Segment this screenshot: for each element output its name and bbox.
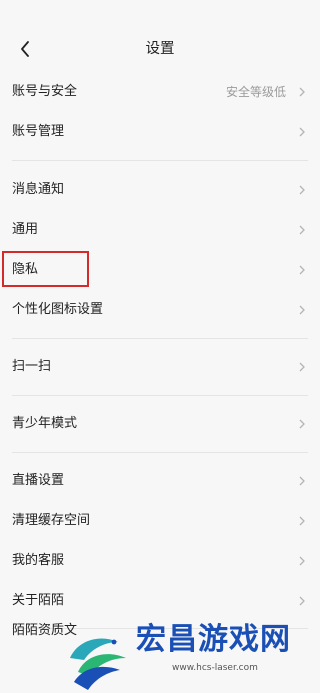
chevron-right-icon: [299, 362, 305, 372]
chevron-right-icon: [299, 185, 305, 195]
chevron-right-icon: [299, 265, 305, 275]
section-divider: [12, 452, 308, 453]
settings-item-label: 账号与安全: [12, 84, 78, 99]
chevron-right-icon: [299, 516, 305, 526]
settings-item-general[interactable]: 通用: [0, 210, 320, 250]
chevron-right-icon: [299, 305, 305, 315]
settings-item-notifications[interactable]: 消息通知: [0, 170, 320, 210]
settings-item-label: 我的客服: [12, 553, 65, 568]
section-divider: [12, 395, 308, 396]
chevron-left-icon: [21, 41, 29, 57]
settings-item-label: 通用: [12, 222, 39, 237]
settings-item-scan[interactable]: 扫一扫: [0, 347, 320, 387]
settings-item-label: 清理缓存空间: [12, 513, 91, 528]
watermark-url: www.hcs-laser.com: [172, 663, 258, 673]
settings-item-clear-cache[interactable]: 清理缓存空间: [0, 501, 320, 541]
settings-item-qualifications[interactable]: 陌陌资质文: [0, 611, 320, 651]
settings-item-live-settings[interactable]: 直播设置: [0, 461, 320, 501]
settings-item-label: 隐私: [12, 262, 39, 277]
settings-item-label: 消息通知: [12, 182, 65, 197]
settings-item-label: 个性化图标设置: [12, 302, 104, 317]
settings-item-label: 直播设置: [12, 473, 65, 488]
chevron-right-icon: [299, 87, 305, 97]
settings-item-teen-mode[interactable]: 青少年模式: [0, 404, 320, 444]
settings-item-label: 陌陌资质文: [12, 623, 78, 638]
settings-item-customer-service[interactable]: 我的客服: [0, 541, 320, 581]
chevron-right-icon: [299, 225, 305, 235]
settings-item-privacy[interactable]: 隐私: [0, 250, 320, 290]
section-divider: [12, 160, 308, 161]
back-button[interactable]: [14, 38, 36, 60]
settings-item-label: 扫一扫: [12, 359, 52, 374]
settings-item-label: 账号管理: [12, 124, 65, 139]
settings-item-account-management[interactable]: 账号管理: [0, 112, 320, 152]
security-level-value: 安全等级低: [225, 85, 286, 99]
section-divider: [12, 338, 308, 339]
chevron-right-icon: [299, 419, 305, 429]
settings-item-label: 青少年模式: [12, 416, 78, 431]
chevron-right-icon: [299, 596, 305, 606]
chevron-right-icon: [299, 127, 305, 137]
settings-item-icon-personalization[interactable]: 个性化图标设置: [0, 290, 320, 330]
page-title: 设置: [145, 41, 175, 57]
chevron-right-icon: [299, 476, 305, 486]
settings-item-account-security[interactable]: 账号与安全 安全等级低: [0, 72, 320, 112]
chevron-right-icon: [299, 556, 305, 566]
